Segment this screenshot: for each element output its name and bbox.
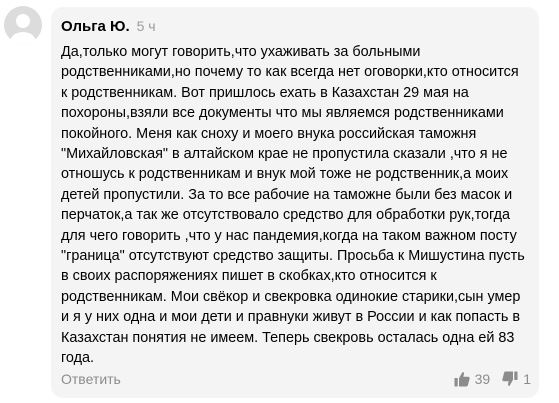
comment-line: в своих распоряжениях пишет в скобках,кт… [61, 268, 437, 285]
dislike-button[interactable]: 1 [502, 371, 531, 387]
dislike-count: 1 [523, 371, 531, 387]
user-silhouette-icon [10, 14, 36, 44]
thumbs-down-icon [502, 371, 518, 386]
comment-line: родственникам. Мои свёкор и свекровка од… [61, 288, 521, 305]
like-count: 39 [474, 371, 491, 387]
comment-line: к родственникам. Вот пришлось ехать в Ка… [61, 84, 469, 101]
vote-controls: 39 1 [454, 368, 531, 390]
author-name[interactable]: Ольга Ю. [61, 18, 130, 35]
comment-header: Ольга Ю. 5 ч [61, 18, 156, 36]
comment-footer: Ответить 39 1 [61, 368, 531, 390]
comment-line: покойного. Меня как сноху и моего внука … [61, 125, 477, 142]
comment-line: похороны,взяли все документы что мы явля… [61, 105, 504, 122]
comment-line: родственниками,но почему то как всегда н… [61, 64, 519, 81]
comment-text: Да,только могут говорить,что ухаживать з… [61, 42, 527, 369]
comment-line: "Михайловская" в алтайском крае не пропу… [61, 146, 508, 163]
comment-line: и я у них одна и мои дети и правнуки жив… [61, 309, 521, 326]
comment-line: детей пропустили. За то все рабочие на т… [61, 186, 513, 203]
reply-button[interactable]: Ответить [61, 371, 121, 387]
comment-line: перчаток,а так же отсутствовало средство… [61, 207, 511, 224]
comment-line: Да,только могут говорить,что ухаживать з… [61, 44, 421, 60]
avatar[interactable] [4, 6, 42, 44]
comment-line: "граница" отсутствуют средство защиты. П… [61, 248, 525, 265]
comment-card: Ольга Ю. 5 ч Да,только могут говорить,чт… [51, 7, 539, 398]
comment-line: отношусь к родственникам и внук мой тоже… [61, 166, 509, 183]
comment-line: года. [61, 350, 95, 367]
comment-line: Казахстан понятия не имеем. Теперь свекр… [61, 329, 515, 346]
like-button[interactable]: 39 [454, 371, 491, 387]
comment-time: 5 ч [136, 18, 156, 34]
comment-line: для чего говорить ,что у нас пандемия,ко… [61, 227, 517, 244]
thumbs-up-icon [454, 372, 470, 387]
